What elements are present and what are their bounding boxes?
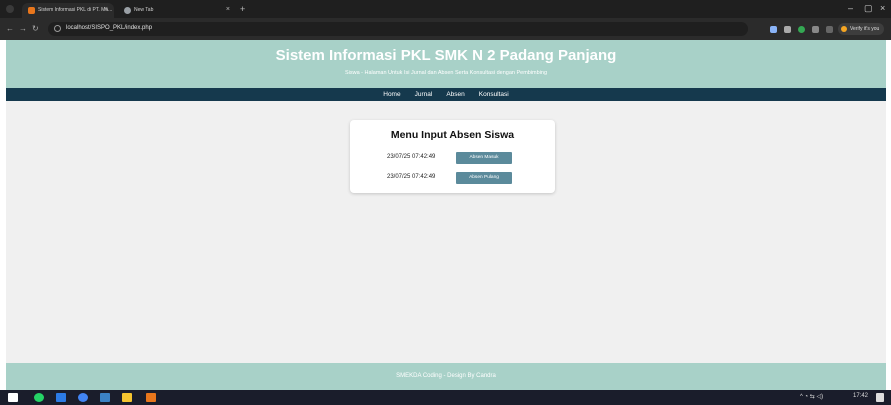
close-window-icon[interactable]: × <box>880 3 885 13</box>
absen-masuk-row: 23/07/25 07:42:49 Absen Masuk <box>350 152 555 164</box>
minimize-icon[interactable]: – <box>848 3 853 13</box>
browser-toolbar: ← → ↻ localhost/SISPO_PKL/index.php <box>0 18 891 40</box>
tab-title: Sistem Informasi PKL di PT. Ma... <box>38 7 113 13</box>
site-favicon-icon <box>28 7 35 14</box>
web-page: Sistem Informasi PKL SMK N 2 Padang Panj… <box>6 40 886 390</box>
forward-arrow-icon[interactable]: → <box>19 24 27 33</box>
footer-text: SMEKDA Coding - Design By Candra <box>396 373 496 379</box>
card-title: Menu Input Absen Siswa <box>390 129 515 141</box>
bookmark-star-icon[interactable] <box>784 26 791 33</box>
absen-pulang-button[interactable]: Absen Pulang <box>456 172 512 184</box>
nav-konsultasi[interactable]: Konsultasi <box>479 88 509 101</box>
site-header: Sistem Informasi PKL SMK N 2 Padang Panj… <box>6 40 886 88</box>
url-text: localhost/SISPO_PKL/index.php <box>66 25 153 31</box>
tray-icons[interactable]: ^ ◔ ⇆ ◁) <box>800 393 823 400</box>
reload-icon[interactable]: ↻ <box>32 24 39 33</box>
browser-tab-newtab[interactable]: New Tab × <box>118 3 236 18</box>
absen-card: Menu Input Absen Siswa 23/07/25 07:42:49… <box>350 120 555 193</box>
maximize-icon[interactable]: ▢ <box>864 3 873 14</box>
translate-icon[interactable] <box>770 26 777 33</box>
browser-tab-active[interactable]: Sistem Informasi PKL di PT. Ma... × <box>22 3 114 18</box>
whatsapp-icon[interactable] <box>34 393 44 402</box>
browser-tab-strip: Sistem Informasi PKL di PT. Ma... × New … <box>0 0 891 18</box>
tab-title: New Tab <box>134 7 154 13</box>
profile-avatar-icon <box>841 26 847 32</box>
main-navbar: Home Jurnal Absen Konsultasi <box>6 88 886 101</box>
absen-masuk-button[interactable]: Absen Masuk <box>456 152 512 164</box>
store-icon[interactable] <box>100 393 110 402</box>
timestamp: 23/07/25 07:42:49 <box>387 174 436 180</box>
close-tab-icon[interactable]: × <box>104 6 108 13</box>
profile-button[interactable]: Verify it's you <box>838 23 884 35</box>
nav-absen[interactable]: Absen <box>446 88 464 101</box>
address-bar[interactable]: localhost/SISPO_PKL/index.php <box>48 22 748 36</box>
newtab-favicon-icon <box>124 7 131 14</box>
site-subtitle: Siswa - Halaman Untuk Isi Jurnal dan Abs… <box>344 70 548 76</box>
vscode-icon[interactable] <box>56 393 66 402</box>
tab-search-icon[interactable] <box>6 5 14 13</box>
back-arrow-icon[interactable]: ← <box>6 24 14 33</box>
site-footer: SMEKDA Coding - Design By Candra <box>6 363 886 390</box>
notifications-icon[interactable] <box>876 393 884 402</box>
nav-jurnal[interactable]: Jurnal <box>415 88 433 101</box>
nav-home[interactable]: Home <box>383 88 400 101</box>
timestamp: 23/07/25 07:42:49 <box>387 154 436 160</box>
close-tab-icon[interactable]: × <box>226 6 230 13</box>
chrome-icon[interactable] <box>78 393 88 402</box>
file-explorer-icon[interactable] <box>122 393 132 402</box>
absen-pulang-row: 23/07/25 07:42:49 Absen Pulang <box>350 172 555 184</box>
sidebar-icon[interactable] <box>826 26 833 33</box>
os-taskbar: ^ ◔ ⇆ ◁) 17:42 <box>0 390 891 405</box>
clock[interactable]: 17:42 <box>853 393 868 399</box>
new-tab-plus-icon[interactable]: + <box>240 4 245 14</box>
site-title: Sistem Informasi PKL SMK N 2 Padang Panj… <box>275 47 617 64</box>
site-info-icon[interactable] <box>54 25 61 32</box>
profile-label: Verify it's you <box>850 26 880 32</box>
windows-start-icon[interactable] <box>8 393 18 402</box>
extension-icon[interactable] <box>798 26 805 33</box>
extensions-puzzle-icon[interactable] <box>812 26 819 33</box>
xampp-icon[interactable] <box>146 393 156 402</box>
